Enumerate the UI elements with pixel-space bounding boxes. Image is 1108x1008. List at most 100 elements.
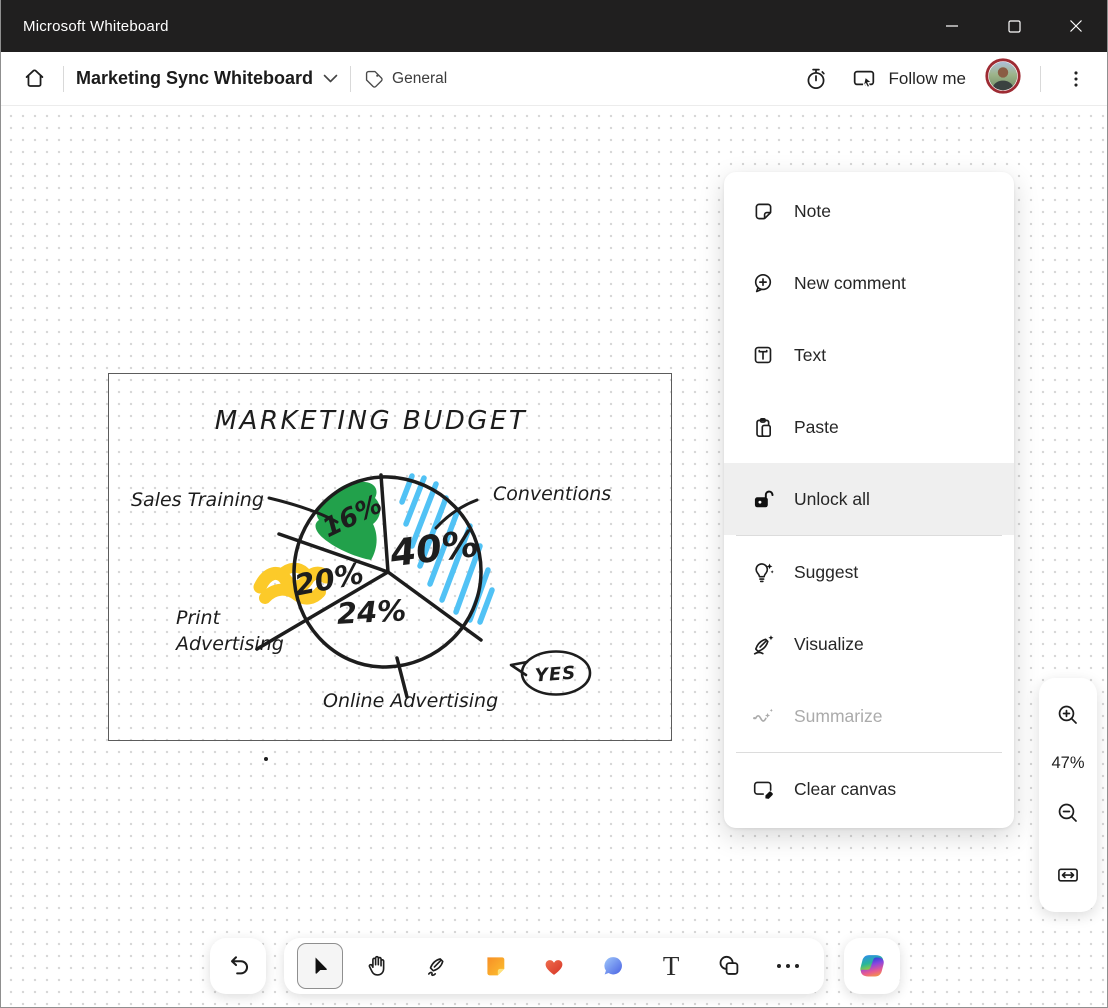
clear-canvas-icon [750,776,776,802]
board-title-switcher[interactable]: Marketing Sync Whiteboard [76,68,338,89]
window-controls [921,0,1107,52]
reaction-tool[interactable] [531,943,577,989]
menu-item-visualize[interactable]: Visualize [724,608,1014,680]
user-avatar[interactable] [984,57,1022,100]
maximize-button[interactable] [983,0,1045,52]
avatar-image [984,57,1022,95]
text-tool-glyph: T [663,953,680,980]
zoom-out-icon [1055,800,1081,826]
pen-tool[interactable] [414,943,460,989]
text-tool[interactable]: T [648,943,694,989]
menu-item-label: Summarize [794,706,883,727]
menu-item-note[interactable]: Note [724,175,1014,247]
select-arrow-icon [307,954,332,979]
undo-button[interactable] [215,943,261,989]
shapes-tool[interactable] [707,943,753,989]
select-tool[interactable] [297,943,343,989]
maximize-icon [1008,20,1021,33]
follow-me-button[interactable]: Follow me [851,66,966,92]
more-tools-button[interactable] [765,943,811,989]
board-tag-label: General [392,70,447,88]
menu-item-new-comment[interactable]: New comment [724,247,1014,319]
sticky-note-icon [482,953,508,979]
chevron-down-icon [323,74,338,84]
canvas-context-menu: Note New comment [724,172,1014,828]
hand-icon [365,953,391,979]
pen-icon [424,953,450,979]
zoom-panel: 47% [1039,678,1097,912]
app-window: Microsoft Whiteboard Marketing Sync Whit… [0,0,1108,1008]
timer-button[interactable] [799,62,833,96]
menu-item-label: Unlock all [794,489,870,510]
menu-item-label: Text [794,345,826,366]
menu-item-summarize[interactable]: Summarize [724,680,1014,752]
menu-item-label: Visualize [794,634,864,655]
fit-to-screen-button[interactable] [1045,852,1091,898]
marketing-budget-drawing: MARKETING BUDGET [109,374,673,742]
header-divider-2 [350,66,351,92]
label-online: Online Advertising [323,690,498,712]
label-print-2: Advertising [174,633,284,655]
menu-item-label: Note [794,201,831,222]
text-icon [750,342,776,368]
heart-icon [541,953,567,979]
zoom-in-icon [1055,702,1081,728]
home-icon [22,66,47,91]
new-comment-icon [750,270,776,296]
tag-icon [363,68,385,90]
copilot-button[interactable] [844,938,900,994]
ellipsis-icon [777,964,799,968]
menu-item-suggest[interactable]: Suggest [724,536,1014,608]
zoom-in-button[interactable] [1045,692,1091,738]
menu-item-label: Clear canvas [794,779,896,800]
comment-tool[interactable] [590,943,636,989]
menu-item-unlock-all[interactable]: Unlock all [724,463,1014,535]
stray-ink-dot [264,757,268,761]
paste-icon [750,414,776,440]
follow-me-label: Follow me [889,69,966,89]
present-cursor-icon [851,66,877,92]
undo-card [210,938,266,994]
menu-item-label: Paste [794,417,839,438]
more-options-button[interactable] [1059,62,1093,96]
header: Marketing Sync Whiteboard General [1,52,1107,106]
menu-item-paste[interactable]: Paste [724,391,1014,463]
board-tag-chip[interactable]: General [363,68,447,90]
menu-item-clear-canvas[interactable]: Clear canvas [724,753,1014,825]
kebab-menu-icon [1065,67,1087,91]
yes-text: YES [534,663,577,687]
shapes-icon [716,953,743,980]
label-sales-training: Sales Training [131,489,264,511]
sticky-note-tool[interactable] [472,943,518,989]
menu-item-label: Suggest [794,562,858,583]
label-print-1: Print [176,607,222,629]
whiteboard-frame-object[interactable]: MARKETING BUDGET [108,373,672,741]
pan-tool[interactable] [355,943,401,989]
copilot-icon [857,951,887,981]
close-icon [1069,19,1083,33]
comment-bubble-icon [600,953,626,979]
header-divider [63,66,64,92]
close-button[interactable] [1045,0,1107,52]
label-conventions: Conventions [493,483,611,505]
pct-conventions: 40% [387,522,481,576]
minimize-icon [945,19,959,33]
header-divider-3 [1040,66,1041,92]
summarize-icon [750,703,776,729]
timer-icon [803,66,829,92]
main-toolbar: T [284,938,824,994]
app-title: Microsoft Whiteboard [1,18,169,35]
unlock-icon [750,486,776,512]
drawing-title: MARKETING BUDGET [215,406,528,436]
pct-online-advertising: 24% [336,593,407,631]
fit-width-icon [1055,862,1081,888]
minimize-button[interactable] [921,0,983,52]
visualize-icon [750,631,776,657]
menu-item-label: New comment [794,273,906,294]
suggest-icon [750,559,776,585]
zoom-out-button[interactable] [1045,790,1091,836]
home-button[interactable] [17,62,51,96]
whiteboard-canvas[interactable]: MARKETING BUDGET [1,106,1108,1008]
note-icon [750,198,776,224]
menu-item-text[interactable]: Text [724,319,1014,391]
